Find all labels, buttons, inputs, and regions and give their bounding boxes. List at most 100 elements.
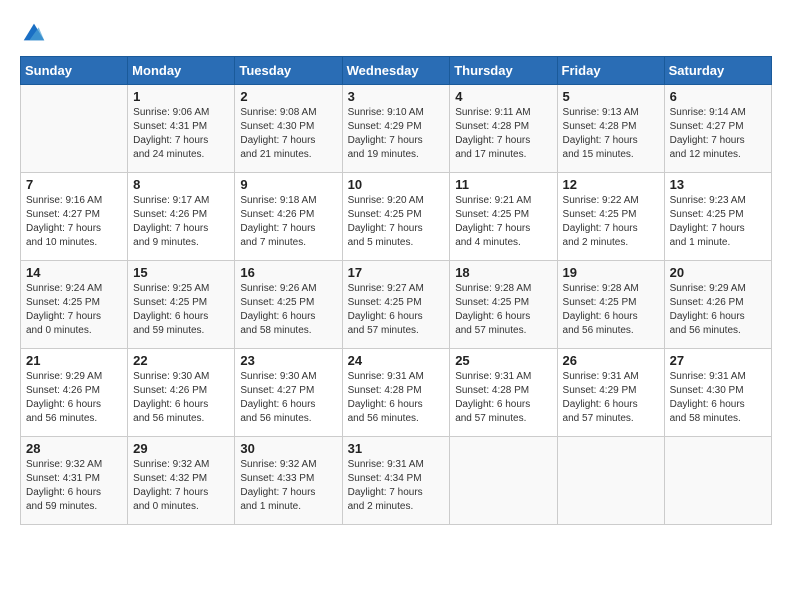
calendar-cell: 31 Sunrise: 9:31 AM Sunset: 4:34 PM Dayli… xyxy=(342,437,450,525)
calendar-cell: 23Sunrise: 9:30 AM Sunset: 4:27 PM Dayli… xyxy=(235,349,342,437)
day-info: Sunrise: 9:16 AM Sunset: 4:27 PM Dayligh… xyxy=(26,194,122,250)
calendar-cell xyxy=(450,437,557,525)
day-number: 30 xyxy=(240,441,336,456)
day-number: 10 xyxy=(348,177,445,192)
calendar-cell: 6 Sunrise: 9:14 AM Sunset: 4:27 PM Daylig… xyxy=(664,85,771,173)
day-number: 24 xyxy=(348,353,445,368)
calendar-cell: 8 Sunrise: 9:17 AM Sunset: 4:26 PM Daylig… xyxy=(128,173,235,261)
calendar-cell: 19Sunrise: 9:28 AM Sunset: 4:25 PM Dayli… xyxy=(557,261,664,349)
day-number: 5 xyxy=(563,89,659,104)
day-number: 25 xyxy=(455,353,551,368)
weekday-saturday: Saturday xyxy=(664,57,771,85)
calendar-cell: 12Sunrise: 9:22 AM Sunset: 4:25 PM Dayli… xyxy=(557,173,664,261)
day-number: 21 xyxy=(26,353,122,368)
week-row-0: 1 Sunrise: 9:06 AM Sunset: 4:31 PM Daylig… xyxy=(21,85,772,173)
week-row-1: 7Sunrise: 9:16 AM Sunset: 4:27 PM Daylig… xyxy=(21,173,772,261)
weekday-wednesday: Wednesday xyxy=(342,57,450,85)
calendar-cell xyxy=(557,437,664,525)
day-number: 12 xyxy=(563,177,659,192)
calendar-cell: 28 Sunrise: 9:32 AM Sunset: 4:31 PM Dayli… xyxy=(21,437,128,525)
calendar-cell: 25 Sunrise: 9:31 AM Sunset: 4:28 PM Dayli… xyxy=(450,349,557,437)
day-info: Sunrise: 9:30 AM Sunset: 4:26 PM Dayligh… xyxy=(133,370,229,426)
day-info: Sunrise: 9:14 AM Sunset: 4:27 PM Dayligh… xyxy=(670,106,766,162)
day-number: 13 xyxy=(670,177,766,192)
day-info: Sunrise: 9:29 AM Sunset: 4:26 PM Dayligh… xyxy=(26,370,122,426)
day-number: 17 xyxy=(348,265,445,280)
calendar-cell: 3 Sunrise: 9:10 AM Sunset: 4:29 PM Daylig… xyxy=(342,85,450,173)
calendar-cell: 7Sunrise: 9:16 AM Sunset: 4:27 PM Daylig… xyxy=(21,173,128,261)
weekday-sunday: Sunday xyxy=(21,57,128,85)
day-info: Sunrise: 9:27 AM Sunset: 4:25 PM Dayligh… xyxy=(348,282,445,338)
day-info: Sunrise: 9:28 AM Sunset: 4:25 PM Dayligh… xyxy=(455,282,551,338)
calendar-cell: 5 Sunrise: 9:13 AM Sunset: 4:28 PM Daylig… xyxy=(557,85,664,173)
calendar-cell: 29 Sunrise: 9:32 AM Sunset: 4:32 PM Dayli… xyxy=(128,437,235,525)
header xyxy=(20,18,772,46)
logo-icon xyxy=(20,18,48,46)
day-number: 3 xyxy=(348,89,445,104)
calendar-cell: 30Sunrise: 9:32 AM Sunset: 4:33 PM Dayli… xyxy=(235,437,342,525)
day-number: 8 xyxy=(133,177,229,192)
day-number: 23 xyxy=(240,353,336,368)
calendar-cell: 2Sunrise: 9:08 AM Sunset: 4:30 PM Daylig… xyxy=(235,85,342,173)
day-info: Sunrise: 9:20 AM Sunset: 4:25 PM Dayligh… xyxy=(348,194,445,250)
day-info: Sunrise: 9:17 AM Sunset: 4:26 PM Dayligh… xyxy=(133,194,229,250)
day-info: Sunrise: 9:31 AM Sunset: 4:34 PM Dayligh… xyxy=(348,458,445,514)
calendar-cell xyxy=(664,437,771,525)
day-number: 9 xyxy=(240,177,336,192)
calendar-cell: 21 Sunrise: 9:29 AM Sunset: 4:26 PM Dayli… xyxy=(21,349,128,437)
page: SundayMondayTuesdayWednesdayThursdayFrid… xyxy=(0,0,792,612)
weekday-tuesday: Tuesday xyxy=(235,57,342,85)
day-number: 31 xyxy=(348,441,445,456)
day-info: Sunrise: 9:24 AM Sunset: 4:25 PM Dayligh… xyxy=(26,282,122,338)
day-number: 1 xyxy=(133,89,229,104)
day-info: Sunrise: 9:31 AM Sunset: 4:28 PM Dayligh… xyxy=(348,370,445,426)
day-info: Sunrise: 9:06 AM Sunset: 4:31 PM Dayligh… xyxy=(133,106,229,162)
day-info: Sunrise: 9:13 AM Sunset: 4:28 PM Dayligh… xyxy=(563,106,659,162)
day-number: 26 xyxy=(563,353,659,368)
day-number: 4 xyxy=(455,89,551,104)
day-info: Sunrise: 9:32 AM Sunset: 4:32 PM Dayligh… xyxy=(133,458,229,514)
weekday-friday: Friday xyxy=(557,57,664,85)
day-number: 18 xyxy=(455,265,551,280)
calendar-cell: 11Sunrise: 9:21 AM Sunset: 4:25 PM Dayli… xyxy=(450,173,557,261)
calendar-cell: 15 Sunrise: 9:25 AM Sunset: 4:25 PM Dayli… xyxy=(128,261,235,349)
weekday-thursday: Thursday xyxy=(450,57,557,85)
weekday-header-row: SundayMondayTuesdayWednesdayThursdayFrid… xyxy=(21,57,772,85)
day-number: 11 xyxy=(455,177,551,192)
calendar-cell: 9 Sunrise: 9:18 AM Sunset: 4:26 PM Daylig… xyxy=(235,173,342,261)
week-row-4: 28 Sunrise: 9:32 AM Sunset: 4:31 PM Dayli… xyxy=(21,437,772,525)
day-number: 28 xyxy=(26,441,122,456)
day-number: 6 xyxy=(670,89,766,104)
day-info: Sunrise: 9:10 AM Sunset: 4:29 PM Dayligh… xyxy=(348,106,445,162)
day-number: 2 xyxy=(240,89,336,104)
week-row-2: 14 Sunrise: 9:24 AM Sunset: 4:25 PM Dayli… xyxy=(21,261,772,349)
day-info: Sunrise: 9:23 AM Sunset: 4:25 PM Dayligh… xyxy=(670,194,766,250)
weekday-monday: Monday xyxy=(128,57,235,85)
day-info: Sunrise: 9:18 AM Sunset: 4:26 PM Dayligh… xyxy=(240,194,336,250)
day-info: Sunrise: 9:28 AM Sunset: 4:25 PM Dayligh… xyxy=(563,282,659,338)
day-info: Sunrise: 9:31 AM Sunset: 4:30 PM Dayligh… xyxy=(670,370,766,426)
day-info: Sunrise: 9:29 AM Sunset: 4:26 PM Dayligh… xyxy=(670,282,766,338)
calendar-cell: 14 Sunrise: 9:24 AM Sunset: 4:25 PM Dayli… xyxy=(21,261,128,349)
calendar-cell: 27Sunrise: 9:31 AM Sunset: 4:30 PM Dayli… xyxy=(664,349,771,437)
calendar-cell: 20 Sunrise: 9:29 AM Sunset: 4:26 PM Dayli… xyxy=(664,261,771,349)
calendar-cell: 1 Sunrise: 9:06 AM Sunset: 4:31 PM Daylig… xyxy=(128,85,235,173)
day-number: 20 xyxy=(670,265,766,280)
day-info: Sunrise: 9:26 AM Sunset: 4:25 PM Dayligh… xyxy=(240,282,336,338)
calendar-cell: 13 Sunrise: 9:23 AM Sunset: 4:25 PM Dayli… xyxy=(664,173,771,261)
calendar-cell: 16 Sunrise: 9:26 AM Sunset: 4:25 PM Dayli… xyxy=(235,261,342,349)
day-info: Sunrise: 9:25 AM Sunset: 4:25 PM Dayligh… xyxy=(133,282,229,338)
calendar-table: SundayMondayTuesdayWednesdayThursdayFrid… xyxy=(20,56,772,525)
day-number: 14 xyxy=(26,265,122,280)
calendar-cell: 24 Sunrise: 9:31 AM Sunset: 4:28 PM Dayli… xyxy=(342,349,450,437)
logo xyxy=(20,18,50,46)
day-number: 15 xyxy=(133,265,229,280)
calendar-cell xyxy=(21,85,128,173)
day-number: 29 xyxy=(133,441,229,456)
calendar-cell: 17 Sunrise: 9:27 AM Sunset: 4:25 PM Dayli… xyxy=(342,261,450,349)
calendar-cell: 22Sunrise: 9:30 AM Sunset: 4:26 PM Dayli… xyxy=(128,349,235,437)
day-number: 16 xyxy=(240,265,336,280)
day-info: Sunrise: 9:31 AM Sunset: 4:28 PM Dayligh… xyxy=(455,370,551,426)
day-info: Sunrise: 9:32 AM Sunset: 4:31 PM Dayligh… xyxy=(26,458,122,514)
calendar-cell: 10 Sunrise: 9:20 AM Sunset: 4:25 PM Dayli… xyxy=(342,173,450,261)
